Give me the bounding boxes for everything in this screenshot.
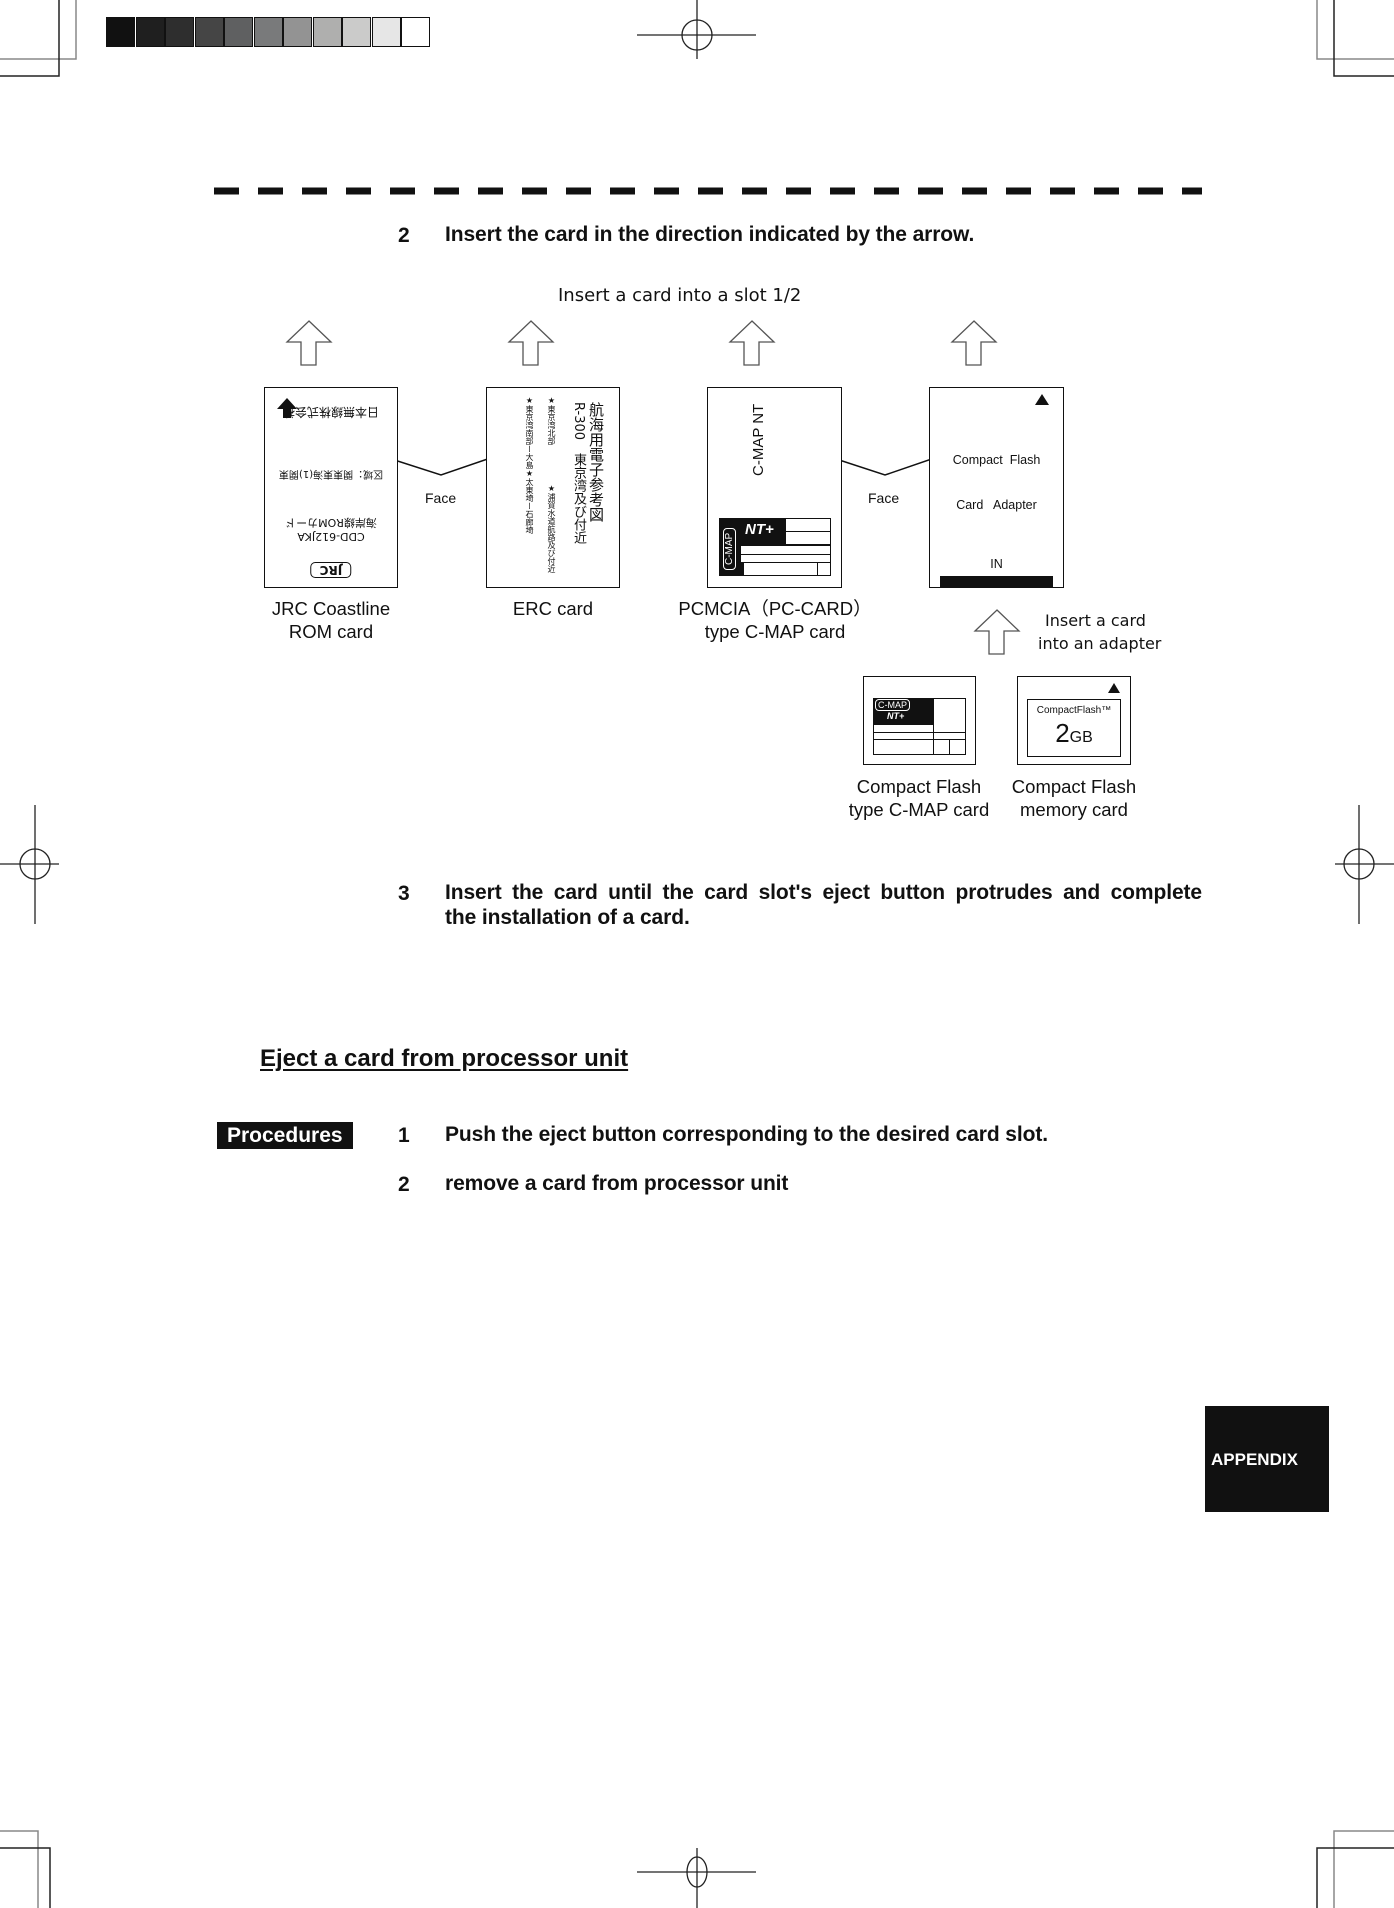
crop-mark-bottom-left	[0, 1830, 51, 1908]
erc-title: 航海用電子参考図	[587, 402, 605, 522]
section-heading: Eject a card from processor unit	[260, 1045, 629, 1072]
face-label: Face	[425, 490, 457, 506]
erc-area-1b: ★浦賀水道航路及び付近	[547, 484, 556, 573]
step-instruction: Push the eject button corresponding to t…	[445, 1123, 1048, 1146]
adapter-insert-label: Insert a card into an adapter	[1038, 611, 1162, 653]
cmap-logo: C-MAP	[875, 699, 910, 711]
cmap-product: NT+	[887, 711, 905, 721]
step-instruction: Insert the card in the direction indicat…	[445, 223, 975, 246]
registration-mark-right	[1335, 805, 1394, 924]
cf-brand: CompactFlash™	[1036, 705, 1112, 716]
grayscale-swatch	[371, 17, 401, 47]
registration-mark-top	[637, 0, 756, 59]
compact-flash-memory-card: CompactFlash™ 2GB	[1017, 676, 1131, 765]
grayscale-swatch	[194, 17, 224, 47]
card-caption: Compact Flash memory card	[1011, 776, 1137, 820]
step-number: 1	[398, 1124, 410, 1147]
step-number: 2	[398, 224, 410, 247]
cf-capacity: 2GB	[1055, 718, 1093, 748]
grayscale-swatch	[165, 17, 194, 47]
card-caption: PCMCIA（PC-CARD） type C-MAP card	[678, 598, 872, 642]
card-area: 区域：関東東海(1)関東	[278, 468, 384, 479]
face-label: Face	[868, 490, 900, 506]
procedures-badge: Procedures	[217, 1122, 353, 1149]
erc-area-1a: ★東京湾北部	[547, 396, 556, 445]
card-type: 海岸線ROMカード	[285, 516, 377, 529]
step-instruction: Insert the card until the card slot's ej…	[445, 881, 1202, 904]
adapter-slot	[940, 576, 1053, 587]
appendix-tab-label: APPENDIX	[1211, 1450, 1298, 1469]
adapter-slot-label: IN	[990, 557, 1003, 571]
card-model: CDD-612JKA	[297, 530, 365, 543]
cmap-label: C-MAP NT+	[719, 518, 831, 576]
cmap-brand-text: C-MAP NT	[750, 403, 767, 476]
grayscale-swatch	[342, 17, 371, 47]
crop-mark-bottom-right	[1316, 1830, 1394, 1908]
grayscale-swatch	[135, 17, 165, 47]
grayscale-swatch	[253, 17, 283, 47]
grayscale-swatch	[224, 17, 253, 47]
step-number: 3	[398, 882, 410, 905]
direction-arrow-icon	[277, 398, 297, 418]
orientation-triangle-icon	[1108, 683, 1120, 693]
crop-mark-top-left	[0, 0, 77, 77]
cmap-logo: C-MAP	[723, 527, 736, 570]
appendix-section-tab[interactable]: APPENDIX	[1205, 1406, 1329, 1512]
cmap-product: NT+	[745, 521, 774, 538]
erc-subtitle: R-300 東京湾及び付近	[571, 402, 586, 545]
step-number: 2	[398, 1173, 410, 1196]
figure-title: Insert a card into a slot 1/2	[558, 285, 802, 306]
grayscale-swatch	[106, 17, 135, 47]
registration-mark-bottom	[637, 1848, 756, 1908]
registration-mark-left	[0, 805, 59, 924]
card-caption: Compact Flash type C-MAP card	[848, 776, 990, 820]
compact-flash-cmap-card: C-MAP NT+	[863, 676, 976, 765]
erc-area-2: ★東京湾南部ー大島★太東埼ー石廊埼	[525, 396, 534, 534]
pcmcia-cmap-card: C-MAP NT C-MAP NT+	[707, 387, 842, 588]
jrc-logo: JRC	[310, 562, 352, 578]
orientation-triangle-icon	[1035, 394, 1049, 405]
erc-card: 航海用電子参考図 R-300 東京湾及び付近 ★東京湾北部 ★浦賀水道航路及び付…	[486, 387, 620, 588]
step-instruction-continued: the installation of a card.	[445, 906, 690, 929]
card-caption: ERC card	[512, 598, 594, 619]
card-caption: JRC Coastline ROM card	[271, 598, 391, 642]
adapter-label: Compact Flash Card Adapter	[952, 453, 1041, 512]
crop-mark-top-right	[1316, 0, 1394, 77]
compact-flash-card-adapter: Compact Flash Card Adapter IN	[929, 387, 1064, 588]
step-instruction: remove a card from processor unit	[445, 1172, 789, 1195]
grayscale-swatch	[283, 17, 312, 47]
jrc-coastline-rom-card: 日本無線株式会社 区域：関東東海(1)関東 海岸線ROMカード CDD-612J…	[264, 387, 398, 588]
grayscale-swatch	[312, 17, 342, 47]
grayscale-swatch	[401, 17, 430, 47]
